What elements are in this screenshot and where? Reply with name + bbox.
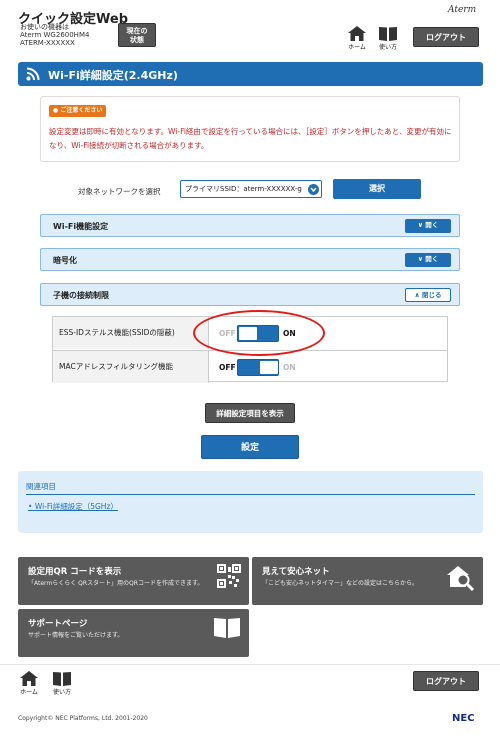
section-button-label: 閉じる [422, 291, 442, 299]
section-encryption[interactable]: 暗号化 ∨ 開く [40, 248, 460, 271]
aterm-logo: Aterm [448, 5, 477, 15]
show-detail-settings-button[interactable]: 詳細設定項目を表示 [205, 403, 295, 423]
section-open-button[interactable]: ∨ 開く [405, 219, 451, 233]
highlight-annotation [193, 310, 325, 356]
device-caption: お使いの機器は [20, 23, 69, 31]
notice-text: 設定変更は即時に有効となります。Wi-Fi経由で設定を行っている場合には、［設定… [49, 127, 452, 150]
book-icon [214, 618, 240, 638]
tile-desc: 「Atermらくらく QRスタート」用のQRコードを作成できます。 [28, 580, 204, 587]
home-nav-button[interactable]: ホーム [342, 26, 372, 51]
house-search-icon [447, 566, 475, 591]
home-nav-button[interactable]: ホーム [14, 671, 44, 696]
manual-nav-button[interactable]: 使い方 [373, 26, 403, 51]
tile-title: サポートページ [28, 619, 88, 629]
qr-code-icon [217, 564, 241, 588]
device-model: Aterm WG2600HM4 [20, 31, 90, 39]
notice-badge-label: ご注意ください [60, 107, 103, 114]
related-link-5ghz[interactable]: • Wi-Fi詳細設定（5GHz） [28, 501, 118, 512]
mac-filter-toggle[interactable] [237, 359, 279, 376]
book-icon [379, 27, 397, 41]
tile-desc: サポート情報をご覧いただけます。 [28, 632, 124, 639]
safe-net-tile[interactable]: 見えて安心ネット 「こども安心ネットタイマー」などの設定はこちらから。 [252, 557, 483, 605]
manual-label: 使い方 [378, 44, 397, 51]
status-button-line1: 現在の [126, 27, 148, 35]
toggle-knob [260, 361, 278, 374]
section-title: Wi-Fi機能設定 [53, 222, 109, 231]
setting-label: ESS-IDステルス機能(SSIDの隠蔽) [53, 317, 209, 349]
page-title: Wi-Fi詳細設定(2.4GHz) [48, 69, 178, 82]
copyright: Copyright© NEC Platforms, Ltd. 2001-2020 [18, 715, 148, 722]
nec-logo: NEC [452, 713, 475, 724]
section-title: 子機の接続制限 [53, 291, 109, 300]
related-title: 関連項目 [26, 482, 56, 491]
notice-badge: ● ご注意ください [49, 105, 107, 117]
section-button-label: 開く [425, 221, 439, 229]
logout-button[interactable]: ログアウト [413, 671, 479, 691]
tile-title: 設定用QR コードを表示 [28, 567, 122, 577]
logout-button[interactable]: ログアウト [413, 27, 479, 47]
related-link-label: Wi-Fi詳細設定（5GHz） [34, 502, 118, 511]
tile-desc: 「こども安心ネットタイマー」などの設定はこちらから。 [262, 580, 419, 587]
home-icon [348, 26, 366, 41]
home-label: ホーム [348, 44, 366, 51]
network-select-button[interactable]: 選択 [333, 179, 421, 199]
bullet-icon: • [28, 502, 33, 511]
manual-nav-button[interactable]: 使い方 [47, 671, 77, 696]
setting-label: MACアドレスフィルタリング機能 [53, 351, 209, 383]
section-close-button[interactable]: ∧ 閉じる [405, 288, 451, 302]
manual-label: 使い方 [52, 689, 71, 696]
related-items: 関連項目 • Wi-Fi詳細設定（5GHz） [18, 471, 483, 533]
page-title-bar: Wi-Fi詳細設定(2.4GHz) [18, 62, 483, 86]
device-name: ATERM-XXXXXX [20, 39, 75, 47]
chevron-up-icon: ∧ [414, 291, 420, 299]
header: クイック設定Web お使いの機器は Aterm WG2600HM4 ATERM-… [0, 0, 500, 58]
section-wifi-function[interactable]: Wi-Fi機能設定 ∨ 開く [40, 214, 460, 237]
support-page-tile[interactable]: サポートページ サポート情報をご覧いただけます。 [18, 609, 249, 657]
book-icon [53, 672, 71, 686]
status-button-line2: 状態 [130, 36, 144, 44]
chevron-down-icon: ∨ [417, 255, 423, 263]
network-select-label: 対象ネットワークを選択 [78, 187, 161, 196]
divider [26, 494, 475, 495]
wifi-icon [26, 67, 40, 81]
section-title: 暗号化 [53, 256, 77, 265]
toggle-on-label: ON [283, 363, 296, 372]
chevron-down-icon: ∨ [417, 221, 423, 229]
section-button-label: 開く [425, 255, 439, 263]
home-icon [20, 671, 38, 686]
apply-settings-button[interactable]: 設定 [201, 435, 299, 459]
footer-nav: ホーム 使い方 ログアウト [0, 664, 500, 700]
network-select[interactable]: プライマリSSID：aterm-XXXXXX-g [180, 180, 322, 198]
current-status-button[interactable]: 現在の 状態 [118, 23, 156, 47]
toggle-off-label: OFF [219, 363, 236, 372]
notice-box: ● ご注意ください 設定変更は即時に有効となります。Wi-Fi経由で設定を行って… [40, 96, 460, 162]
home-label: ホーム [20, 689, 38, 696]
warning-icon: ● [53, 107, 59, 114]
section-client-restriction[interactable]: 子機の接続制限 ∧ 閉じる [40, 283, 460, 306]
qr-code-tile[interactable]: 設定用QR コードを表示 「Atermらくらく QRスタート」用のQRコードを作… [18, 557, 249, 605]
chevron-down-icon [308, 184, 319, 195]
network-select-value: プライマリSSID：aterm-XXXXXX-g [185, 185, 302, 193]
tile-title: 見えて安心ネット [262, 567, 330, 577]
section-open-button[interactable]: ∨ 開く [405, 253, 451, 267]
